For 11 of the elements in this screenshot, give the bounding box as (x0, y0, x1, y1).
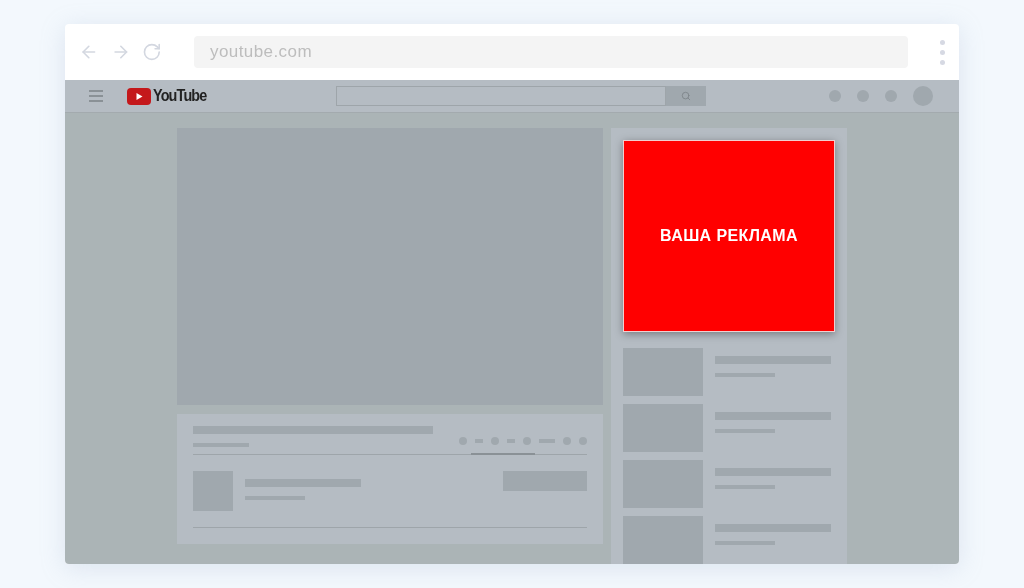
search-icon (681, 91, 692, 101)
play-logo-icon (127, 87, 151, 105)
search-button[interactable] (666, 86, 707, 106)
underline-bar (471, 453, 535, 455)
hamburger-icon[interactable] (89, 90, 103, 102)
reload-icon[interactable] (142, 42, 162, 62)
ad-banner[interactable]: ВАША РЕКЛАМА (623, 140, 835, 332)
search-field[interactable] (336, 86, 667, 106)
menu-icon[interactable] (940, 39, 945, 65)
site-logo[interactable]: YouTube (153, 84, 207, 108)
ad-label: ВАША РЕКЛАМА (660, 226, 798, 246)
